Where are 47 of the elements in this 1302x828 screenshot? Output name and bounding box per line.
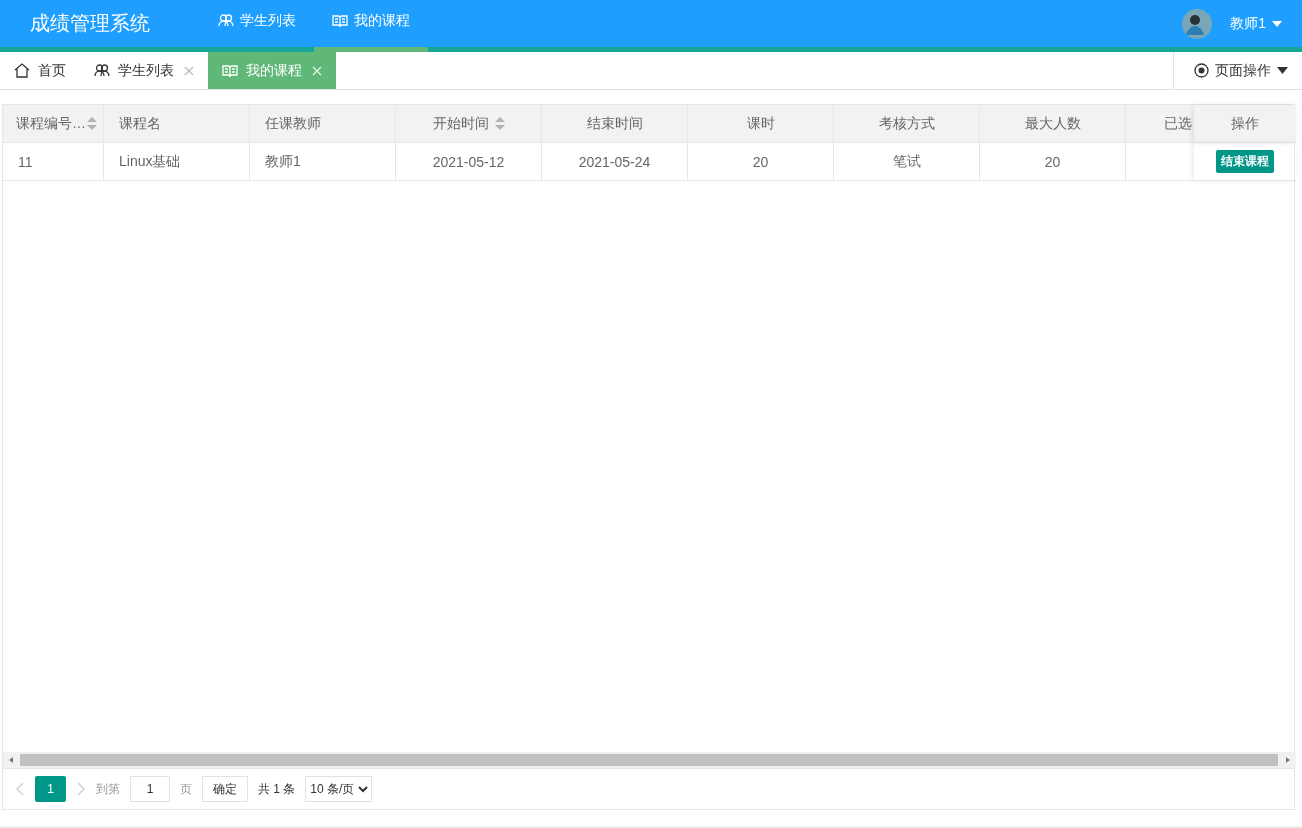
home-icon [14, 63, 30, 78]
page-actions-menu[interactable]: 页面操作 [1173, 52, 1302, 89]
nav-item[interactable]: 学生列表 [200, 0, 314, 52]
avatar [1182, 8, 1213, 39]
column-header: 课程名 [104, 105, 250, 143]
column-header: 最大人数 [980, 105, 1126, 143]
column-header[interactable]: 开始时间 [396, 105, 542, 143]
column-header[interactable]: 课程编号… [3, 105, 104, 143]
book-icon [332, 14, 348, 28]
sort-icon[interactable] [494, 117, 505, 130]
caret-icon [1272, 20, 1282, 27]
book-icon [222, 63, 238, 78]
close-icon[interactable] [184, 65, 194, 76]
page-input[interactable]: 1 [130, 776, 170, 802]
column-header: 考核方式 [834, 105, 980, 143]
table-cell: 教师1 [265, 152, 301, 171]
table-cell: 笔试 [892, 152, 921, 171]
page-size-select[interactable]: 10 条/页 [305, 776, 373, 802]
table-cell: Linux基础 [119, 152, 181, 171]
sort-icon[interactable] [87, 117, 97, 130]
horizontal-scrollbar[interactable] [3, 752, 1296, 768]
column-header: 任课教师 [250, 105, 396, 143]
page-button[interactable]: 1 [35, 776, 66, 802]
column-header: 课时 [688, 105, 834, 143]
radio-icon [1194, 63, 1209, 78]
app-title: 成绩管理系统 [29, 11, 151, 36]
column-header: 已选 [1126, 105, 1194, 143]
tab[interactable]: 学生列表 [80, 52, 208, 89]
table-cell: 2021-05-24 [578, 153, 651, 170]
user-menu[interactable]: 教师1 [1230, 14, 1282, 33]
page-suffix: 页 [180, 780, 192, 798]
end-course-button[interactable]: 结束课程 [1216, 150, 1274, 173]
table-cell: 2021-05-12 [432, 153, 505, 170]
tab[interactable]: 首页 [0, 52, 80, 89]
caret-icon [1277, 67, 1288, 74]
total-count: 共 1 条 [258, 780, 296, 798]
confirm-button[interactable]: 确定 [202, 776, 248, 802]
column-header: 结束时间 [542, 105, 688, 143]
goto-label: 到第 [96, 780, 120, 798]
column-header: 操作 [1194, 105, 1296, 143]
next-page-icon[interactable] [76, 782, 86, 796]
users-icon [218, 14, 234, 28]
users-icon [94, 63, 110, 78]
table-cell: 20 [1044, 153, 1061, 170]
table-cell: 11 [18, 153, 33, 170]
table-cell: 20 [752, 153, 769, 170]
previous-page-icon[interactable] [15, 782, 25, 796]
